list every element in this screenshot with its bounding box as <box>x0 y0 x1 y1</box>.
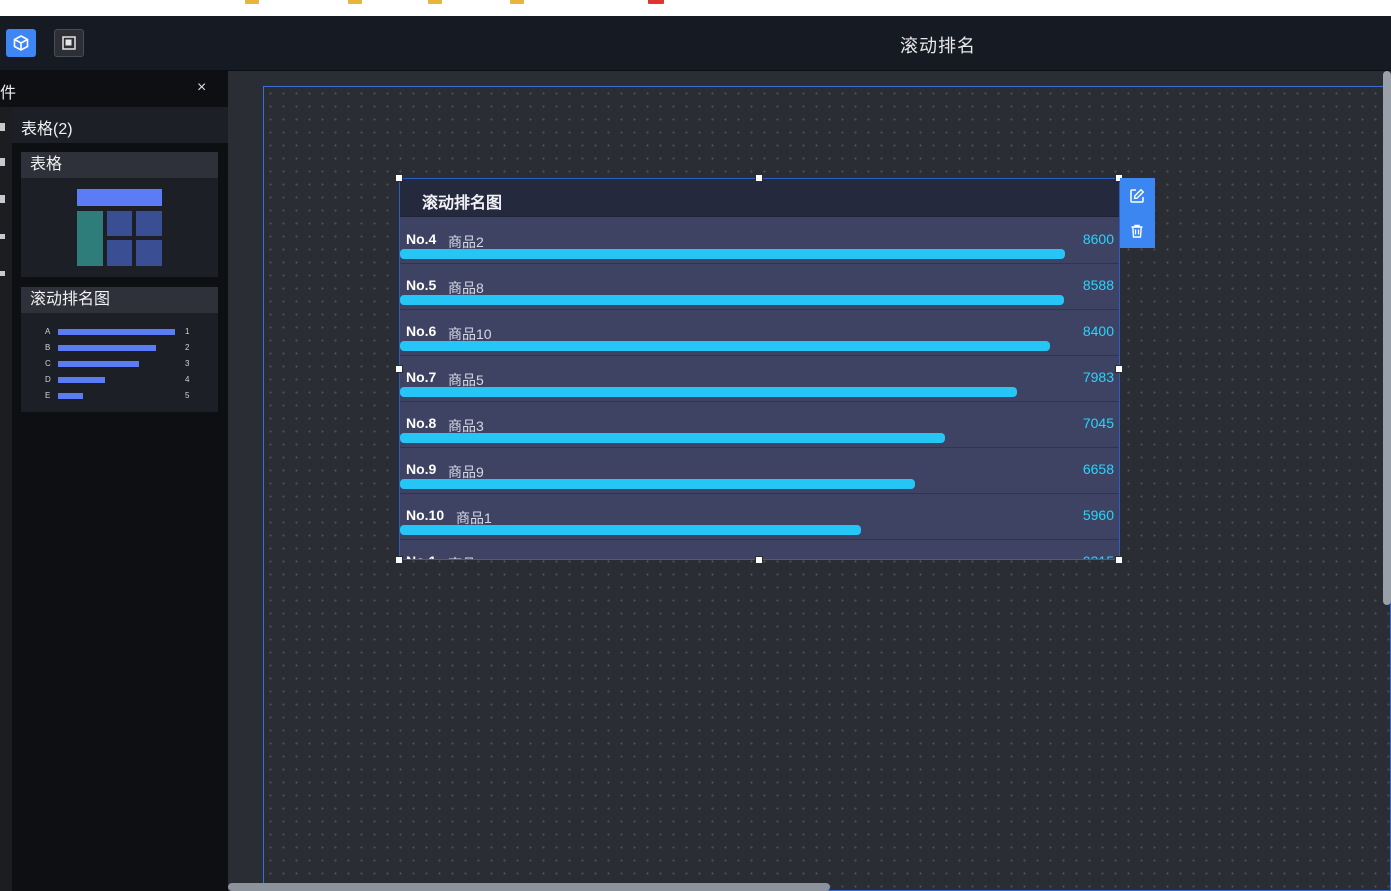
preview-bar <box>58 329 175 335</box>
widget-title-bar: 滚动排名图 <box>400 179 1119 217</box>
edit-icon[interactable] <box>1128 187 1146 205</box>
bookmark-folder-icon[interactable] <box>245 0 259 4</box>
component-card-scroll-ranking[interactable]: 滚动排名图 A 1 B 2 C 3 D 4 E 5 <box>21 287 218 412</box>
component-card-table[interactable]: 表格 <box>21 152 218 277</box>
bookmark-folder-icon[interactable] <box>510 0 524 4</box>
resize-handle-nw[interactable] <box>395 174 403 182</box>
nav-icon[interactable] <box>0 158 5 166</box>
delete-icon[interactable] <box>1128 222 1146 240</box>
bookmark-folder-icon[interactable] <box>428 0 442 4</box>
rank-number: No.5 <box>406 277 437 293</box>
item-value: 6658 <box>1082 461 1114 477</box>
item-value: 5960 <box>1082 507 1114 523</box>
component-panel: 件 × 表格(2) 表格 滚动排名图 A 1 B 2 C 3 D 4 E 5 <box>0 71 228 891</box>
rank-number: No.10 <box>406 507 445 523</box>
preview-letter: C <box>45 359 51 368</box>
cube-icon <box>13 35 29 51</box>
preview-letter: B <box>45 343 51 352</box>
card-title: 表格 <box>21 152 218 178</box>
preview-bar <box>58 345 156 351</box>
rank-number: No.7 <box>406 369 437 385</box>
ranking-row: No.4 商品2 8600 <box>400 217 1119 264</box>
layers-icon <box>62 36 76 50</box>
value-bar <box>400 433 945 443</box>
panel-header: 件 × <box>0 71 228 107</box>
rank-number: No.9 <box>406 461 437 477</box>
preview-rank: 2 <box>185 343 190 352</box>
item-value: 7045 <box>1082 415 1114 431</box>
nav-icon[interactable] <box>0 195 5 203</box>
rank-number: No.8 <box>406 415 437 431</box>
item-value: 8600 <box>1082 231 1114 247</box>
nav-icon[interactable] <box>0 123 5 131</box>
page-title: 滚动排名 <box>900 36 976 56</box>
resize-handle-sw[interactable] <box>395 556 403 564</box>
component-group-tables[interactable]: 表格(2) <box>12 107 228 143</box>
ranking-row: No.5 商品8 8588 <box>400 263 1119 310</box>
layers-button[interactable] <box>54 29 84 57</box>
preview-letter: D <box>45 375 51 384</box>
resize-handle-se[interactable] <box>1115 556 1123 564</box>
scroll-ranking-widget[interactable]: 滚动排名图 No.4 商品2 8600 No.5 商品8 8588 No.6 商品10 8400… <box>399 178 1120 560</box>
preview-letter: A <box>45 327 51 336</box>
item-value: 8588 <box>1082 277 1114 293</box>
preview-letter: E <box>45 391 51 400</box>
resize-handle-w[interactable] <box>395 365 403 373</box>
value-bar <box>400 249 1065 259</box>
nav-icon[interactable] <box>0 234 5 239</box>
preview-bar <box>58 393 83 399</box>
nav-icon[interactable] <box>0 271 5 276</box>
preview-bar <box>58 377 105 383</box>
table-preview-icon <box>77 189 162 266</box>
rank-number: No.4 <box>406 231 437 247</box>
resize-handle-s[interactable] <box>755 556 763 564</box>
preview-bar <box>58 361 139 367</box>
resize-handle-n[interactable] <box>755 174 763 182</box>
ranking-row: No.10 商品1 5960 <box>400 493 1119 540</box>
close-icon[interactable]: × <box>197 79 206 97</box>
ranking-row: No.7 商品5 7983 <box>400 355 1119 402</box>
value-bar <box>400 295 1064 305</box>
value-bar <box>400 525 861 535</box>
value-bar <box>400 479 915 489</box>
resize-handle-e[interactable] <box>1115 365 1123 373</box>
value-bar <box>400 341 1050 351</box>
item-value: 9315 <box>1083 553 1114 559</box>
card-title: 滚动排名图 <box>21 287 218 313</box>
preview-rank: 4 <box>185 375 190 384</box>
vertical-scrollbar[interactable] <box>1383 71 1391 605</box>
browser-bookmarks-strip <box>0 0 1391 16</box>
panel-title: 件 <box>0 85 17 102</box>
horizontal-scrollbar[interactable] <box>228 883 830 891</box>
ranking-row: No.9 商品9 6658 <box>400 447 1119 494</box>
item-value: 7983 <box>1082 369 1114 385</box>
ranking-preview: A 1 B 2 C 3 D 4 E 5 <box>21 313 218 412</box>
item-value: 8400 <box>1082 323 1114 339</box>
bookmark-favicon-icon[interactable] <box>648 0 664 4</box>
preview-rank: 3 <box>185 359 190 368</box>
preview-rank: 5 <box>185 391 190 400</box>
ranking-row: No.6 商品10 8400 <box>400 309 1119 356</box>
value-bar <box>400 387 1017 397</box>
rank-number: No.1 <box>406 553 436 559</box>
left-nav-strip <box>0 107 12 891</box>
group-label: 表格(2) <box>21 121 73 138</box>
widget-actions <box>1120 178 1155 248</box>
ranking-row: No.8 商品3 7045 <box>400 401 1119 448</box>
item-name: 商品6 <box>448 554 484 559</box>
bookmark-folder-icon[interactable] <box>348 0 362 4</box>
top-header: 滚动排名 <box>0 16 1391 71</box>
widget-title: 滚动排名图 <box>422 195 503 212</box>
preview-rank: 1 <box>185 327 190 336</box>
components-button[interactable] <box>6 29 36 57</box>
rank-number: No.6 <box>406 323 437 339</box>
